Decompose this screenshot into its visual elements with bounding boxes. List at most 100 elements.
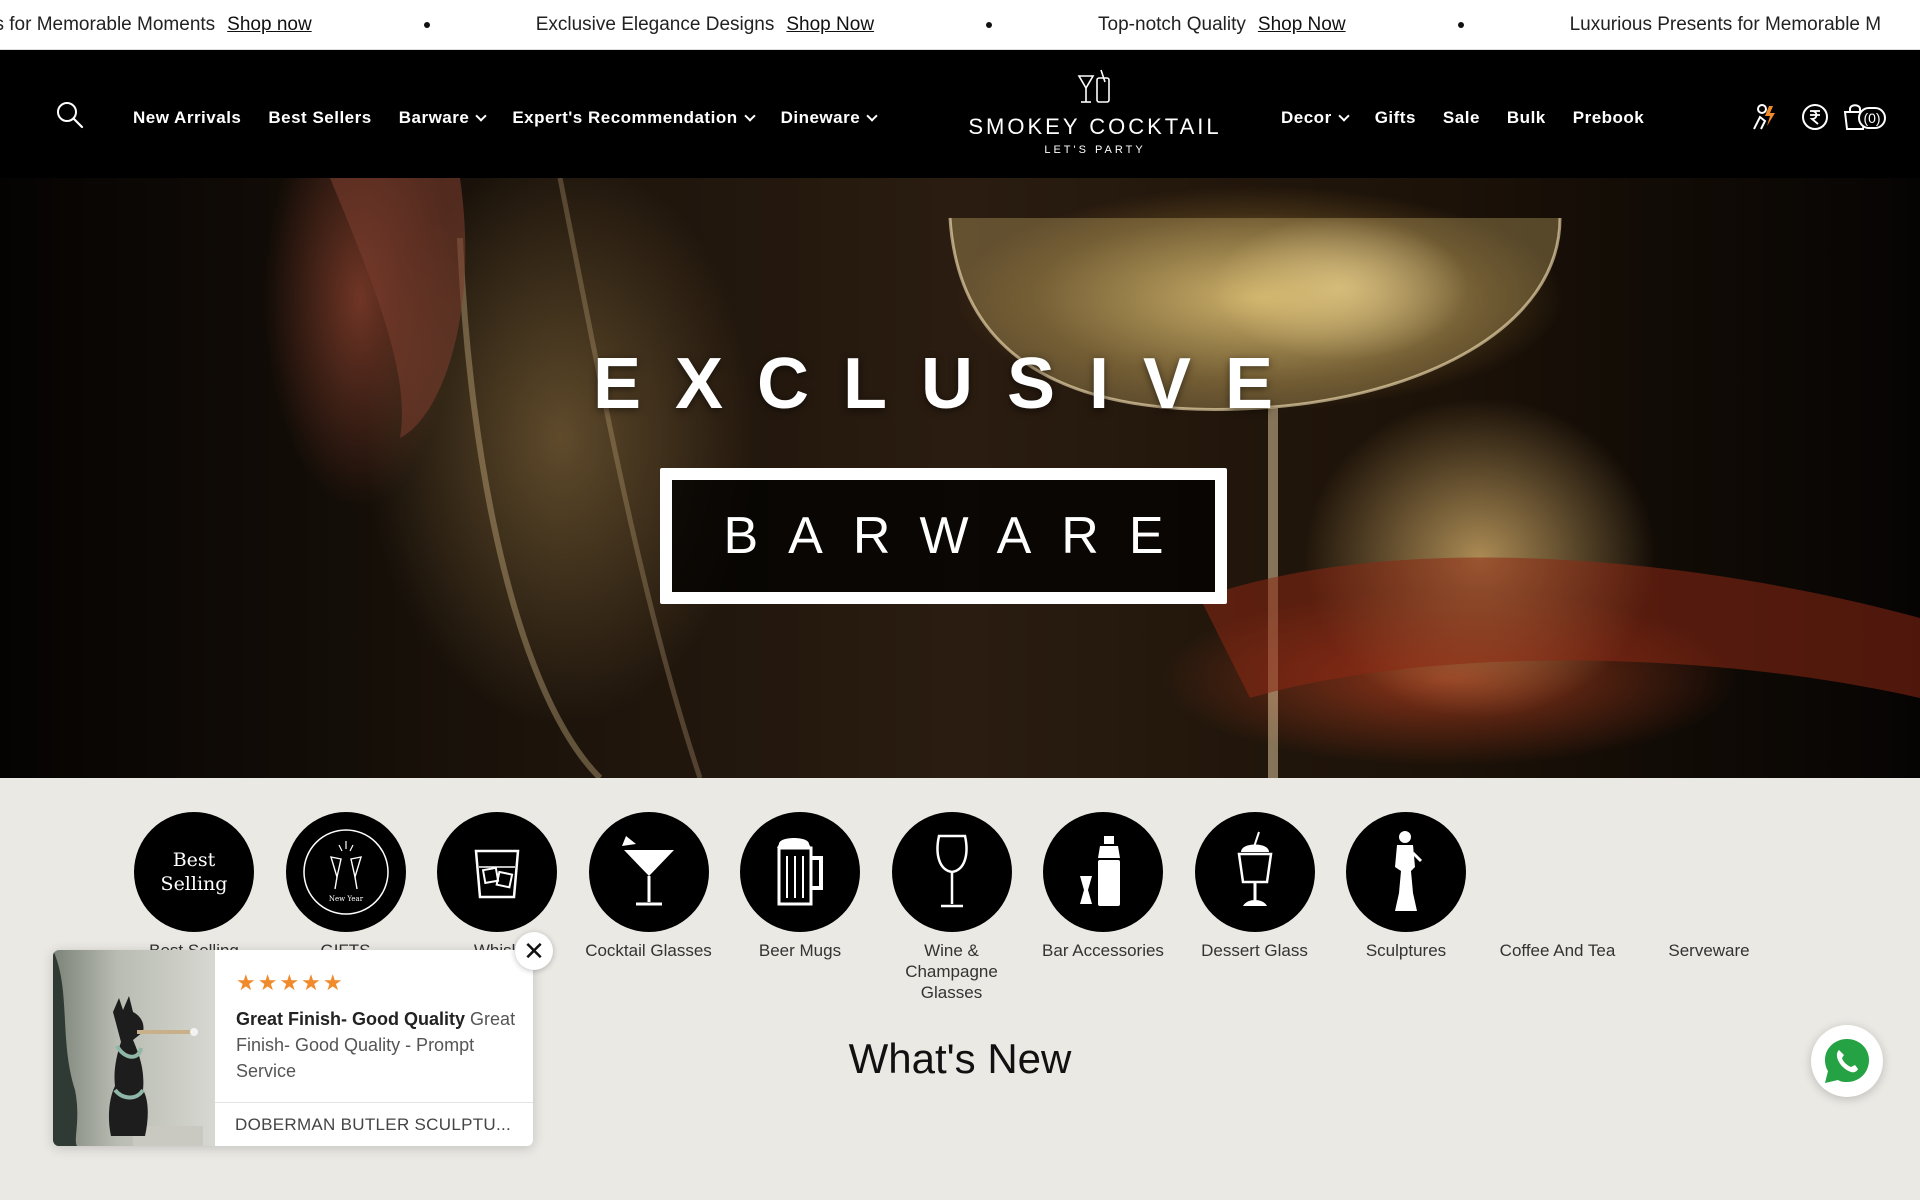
nav-label: Expert's Recommendation (512, 108, 738, 127)
review-body: ★★★★★ Great Finish- Good Quality Great F… (236, 970, 516, 1084)
announcement-text: Exclusive Elegance Designs (535, 14, 775, 35)
category-label: Beer Mugs (758, 941, 842, 960)
rupee-icon (1802, 104, 1828, 130)
hero-banner[interactable]: EXCLUSIVE BARWARE (0, 178, 1920, 778)
nav-label: New Arrivals (133, 108, 242, 127)
nav-item-barware[interactable]: Barware (398, 108, 487, 128)
announcement-item: esents for Memorable Moments Shop now (0, 14, 312, 36)
category-label: Coffee And Tea (1499, 941, 1616, 960)
nav-label: Dineware (780, 108, 861, 127)
user-icon (1753, 104, 1775, 130)
main-nav-left: New Arrivals Best Sellers Barware Expert… (133, 108, 903, 128)
category-cocktail-glasses[interactable]: Cocktail Glasses (585, 812, 712, 1003)
chevron-down-icon (475, 109, 487, 122)
category-label: Bar Accessories (1042, 941, 1164, 960)
category-dessert-glass[interactable]: Dessert Glass (1194, 812, 1315, 1003)
whiskey-glass-icon (474, 849, 520, 899)
cart-count-badge: (0) (1858, 107, 1886, 129)
category-image (1649, 812, 1769, 932)
review-text: Great Finish- Good Quality Great Finish-… (236, 1006, 516, 1084)
search-icon (57, 102, 84, 129)
chevron-down-icon (866, 109, 878, 122)
site-logo[interactable]: SMOKEY COCKTAIL LET'S PARTY (960, 68, 1230, 156)
announcement-text: Top-notch Quality (1098, 14, 1246, 35)
announcement-track: esents for Memorable Moments Shop now Ex… (0, 0, 1894, 49)
nav-item-sale[interactable]: Sale (1443, 108, 1480, 128)
cocktail-logo-icon (1077, 69, 1110, 103)
new-year-gifts-icon: New Year (302, 829, 389, 915)
announcement-text: esents for Memorable Moments (0, 14, 216, 35)
nav-item-prebook[interactable]: Prebook (1573, 108, 1645, 128)
site-header: New Arrivals Best Sellers Barware Expert… (0, 50, 1920, 178)
category-serveware[interactable]: Serveware (1649, 812, 1769, 1003)
best-selling-text: Best Selling (160, 849, 228, 895)
chevron-down-icon (743, 109, 756, 122)
nav-label: Sale (1442, 108, 1480, 127)
category-image (437, 812, 557, 932)
logo-tagline: LET'S PARTY (1044, 144, 1146, 156)
rating-stars: ★★★★★ (236, 970, 345, 995)
review-product-image (53, 950, 215, 1146)
announcement-item: Luxurious Presents for Memorable M (1570, 14, 1894, 36)
nav-item-best-sellers[interactable]: Best Sellers (268, 108, 371, 128)
category-bar-accessories[interactable]: Bar Accessories (1042, 812, 1164, 1003)
review-product-name[interactable]: DOBERMAN BUTLER SCULPTU... (215, 1102, 533, 1146)
separator-dot (423, 22, 430, 28)
category-wine-champagne-glasses[interactable]: Wine & Champagne Glasses (891, 812, 1012, 1003)
category-sculptures[interactable]: Sculptures (1346, 812, 1466, 1003)
currency-button[interactable] (1800, 102, 1830, 132)
category-label: Cocktail Glasses (585, 941, 712, 960)
search-button[interactable] (55, 100, 85, 130)
doberman-sculpture-image (53, 950, 203, 1146)
announcement-shop-link[interactable]: Shop now (227, 14, 312, 36)
category-image (740, 812, 860, 932)
nav-label: Barware (398, 108, 470, 127)
category-label: Dessert Glass (1201, 941, 1308, 960)
announcement-shop-link[interactable]: Shop Now (786, 14, 874, 36)
announcement-item: Exclusive Elegance Designs Shop Now (536, 14, 874, 36)
nav-item-bulk[interactable]: Bulk (1507, 108, 1546, 128)
category-label: Serveware (1668, 941, 1750, 960)
nav-item-dineware[interactable]: Dineware (780, 108, 878, 128)
announcement-shop-link[interactable]: Shop Now (1258, 14, 1346, 36)
beer-mug-icon (777, 838, 823, 906)
dessert-glass-icon (1237, 831, 1272, 906)
shaker-icon (1080, 836, 1120, 906)
nav-label: Gifts (1374, 108, 1416, 127)
separator-dot (986, 22, 993, 28)
review-title: Great Finish- Good Quality (236, 1009, 466, 1029)
new-year-text: New Year (328, 895, 363, 903)
nav-item-decor[interactable]: Decor (1281, 108, 1350, 128)
nav-label: Decor (1281, 108, 1332, 127)
account-button[interactable] (1749, 102, 1779, 132)
hero-title: EXCLUSIVE (592, 344, 1308, 424)
announcement-text: Luxurious Presents for Memorable M (1569, 14, 1882, 35)
separator-dot (1457, 22, 1464, 28)
category-image (588, 812, 709, 932)
sculpture-icon (1395, 831, 1423, 911)
logo-name: SMOKEY COCKTAIL (968, 114, 1222, 139)
hero-subtitle-box: BARWARE (660, 468, 1227, 604)
review-popup[interactable]: ★★★★★ Great Finish- Good Quality Great F… (53, 950, 533, 1146)
category-image (1346, 812, 1466, 932)
category-beer-mugs[interactable]: Beer Mugs (740, 812, 860, 1003)
category-coffee-and-tea[interactable]: Coffee And Tea (1498, 812, 1618, 1003)
nav-item-new-arrivals[interactable]: New Arrivals (133, 108, 241, 128)
announcement-bar: esents for Memorable Moments Shop now Ex… (0, 0, 1920, 50)
category-image (1194, 812, 1315, 932)
close-review-button[interactable]: ✕ (515, 932, 553, 970)
nav-item-gifts[interactable]: Gifts (1375, 108, 1416, 128)
nav-label: Bulk (1506, 108, 1546, 127)
hero-subtitle: BARWARE (723, 507, 1194, 565)
category-label: Sculptures (1365, 941, 1447, 960)
whatsapp-icon (1825, 1039, 1869, 1083)
category-image (1043, 812, 1163, 932)
whatsapp-chat-button[interactable] (1811, 1025, 1883, 1097)
nav-item-experts-recommendation[interactable]: Expert's Recommendation (512, 108, 756, 128)
wine-glass-icon (935, 834, 968, 908)
chevron-down-icon (1338, 109, 1350, 122)
nav-label: Prebook (1572, 108, 1645, 127)
close-icon: ✕ (523, 935, 545, 966)
announcement-item: Top-notch Quality Shop Now (1098, 14, 1346, 36)
category-image (891, 812, 1012, 932)
